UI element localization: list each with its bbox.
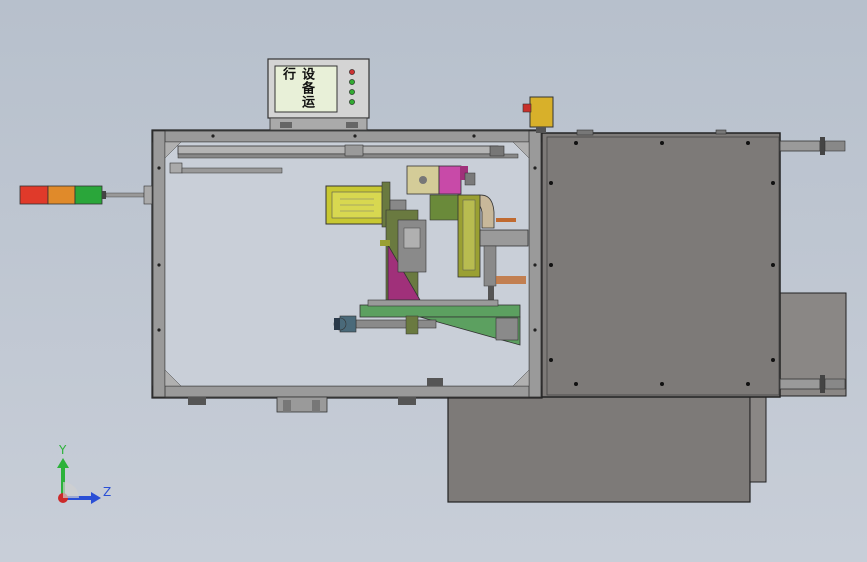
hmi-screen-text: 设备运行 xyxy=(280,67,314,109)
tower-orange-segment xyxy=(47,185,76,205)
lower-drawer-panel xyxy=(447,395,767,503)
emergency-stop-box[interactable] xyxy=(522,96,554,133)
cad-viewport[interactable] xyxy=(0,0,867,562)
z-axis-label: Z xyxy=(103,485,112,499)
leveling-foot-top xyxy=(779,137,846,155)
hmi-indicator-green xyxy=(349,79,355,85)
y-axis-label: Y xyxy=(59,443,67,457)
cabinet-door xyxy=(539,129,781,398)
hmi-indicator-red xyxy=(349,69,355,75)
tower-green-segment xyxy=(74,185,103,205)
hmi-indicator-green xyxy=(349,99,355,105)
tower-red-segment xyxy=(19,185,49,205)
signal-tower-light xyxy=(19,185,153,205)
floor-sensor xyxy=(427,378,443,386)
hmi-indicator-green xyxy=(349,89,355,95)
coordinate-triad xyxy=(57,458,101,504)
